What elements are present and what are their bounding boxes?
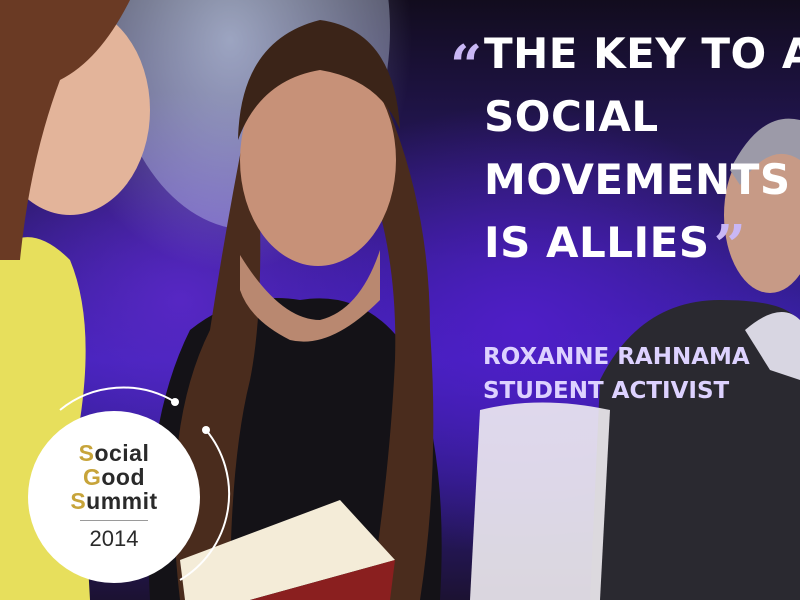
badge-arc-top — [59, 386, 176, 411]
promo-image: “ The key to all social movements is all… — [0, 0, 800, 600]
badge-dot — [202, 426, 210, 434]
badge-word: Good — [82, 464, 146, 490]
badge-dot — [171, 398, 179, 406]
badge-divider — [80, 520, 148, 521]
badge-word: Summit — [70, 488, 158, 514]
badge-year: 2014 — [89, 526, 139, 551]
event-logo-badge: Social Good Summit 2014 — [28, 411, 200, 583]
badge-word: Social — [78, 440, 150, 466]
event-logo-text: Social Good Summit — [28, 441, 200, 513]
